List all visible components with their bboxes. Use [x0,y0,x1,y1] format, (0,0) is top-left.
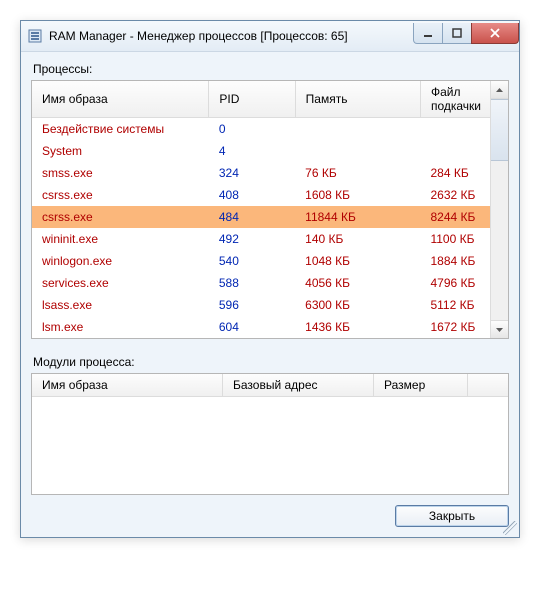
cell-pagefile [420,118,491,141]
cell-name: System [32,140,209,162]
process-table: Имя образа PID Память Файл подкачки Безд… [32,81,491,338]
maximize-button[interactable] [442,23,472,44]
cell-memory: 1608 КБ [295,184,420,206]
cell-memory [295,140,420,162]
app-icon [27,28,43,44]
modules-label: Модули процесса: [33,355,509,369]
column-header-pagefile[interactable]: Файл подкачки [420,81,491,118]
processes-label: Процессы: [33,62,509,76]
column-header-memory[interactable]: Память [295,81,420,118]
column-header-name[interactable]: Имя образа [32,81,209,118]
cell-name: csrss.exe [32,184,209,206]
titlebar[interactable]: RAM Manager - Менеджер процессов [Процес… [21,21,519,52]
modules-table: Имя образа Базовый адрес Размер [32,374,508,489]
cell-pagefile: 284 КБ [420,162,491,184]
cell-memory: 11844 КБ [295,206,420,228]
module-column-size[interactable]: Размер [374,374,468,397]
minimize-icon [423,28,433,38]
window-title: RAM Manager - Менеджер процессов [Процес… [49,29,414,43]
window-buttons [414,23,519,43]
cell-pid: 492 [209,228,295,250]
scroll-down-button[interactable] [491,320,508,338]
cell-pid: 588 [209,272,295,294]
column-header-pid[interactable]: PID [209,81,295,118]
cell-pid: 4 [209,140,295,162]
footer: Закрыть [31,505,509,527]
cell-name: wininit.exe [32,228,209,250]
cell-pid: 604 [209,316,295,338]
table-row[interactable]: lsm.exe6041436 КБ1672 КБ [32,316,491,338]
maximize-icon [452,28,462,38]
cell-pid: 540 [209,250,295,272]
cell-name: csrss.exe [32,206,209,228]
cell-name: smss.exe [32,162,209,184]
table-row[interactable]: csrss.exe48411844 КБ8244 КБ [32,206,491,228]
close-dialog-button[interactable]: Закрыть [395,505,509,527]
cell-memory: 76 КБ [295,162,420,184]
cell-memory: 140 КБ [295,228,420,250]
window: RAM Manager - Менеджер процессов [Процес… [20,20,520,538]
table-row[interactable]: Бездействие системы0 [32,118,491,141]
table-row[interactable]: csrss.exe4081608 КБ2632 КБ [32,184,491,206]
table-row[interactable]: winlogon.exe5401048 КБ1884 КБ [32,250,491,272]
chevron-down-icon [496,328,503,332]
scroll-thumb[interactable] [491,99,508,161]
module-column-base[interactable]: Базовый адрес [223,374,374,397]
table-row[interactable]: lsass.exe5966300 КБ5112 КБ [32,294,491,316]
cell-pagefile: 1884 КБ [420,250,491,272]
cell-name: lsass.exe [32,294,209,316]
cell-pagefile: 1672 КБ [420,316,491,338]
cell-pid: 324 [209,162,295,184]
table-row[interactable]: wininit.exe492140 КБ1100 КБ [32,228,491,250]
scroll-track[interactable] [491,161,508,320]
cell-pagefile: 2632 КБ [420,184,491,206]
cell-name: winlogon.exe [32,250,209,272]
cell-pid: 484 [209,206,295,228]
cell-pagefile: 5112 КБ [420,294,491,316]
cell-pagefile: 1100 КБ [420,228,491,250]
client-area: Процессы: Имя образа PID Память Файл под… [21,52,519,537]
cell-pagefile [420,140,491,162]
table-row[interactable]: services.exe5884056 КБ4796 КБ [32,272,491,294]
module-column-spacer [468,374,509,397]
cell-memory: 1436 КБ [295,316,420,338]
close-button[interactable] [471,23,519,44]
table-row[interactable]: System4 [32,140,491,162]
module-column-name[interactable]: Имя образа [32,374,223,397]
scroll-up-button[interactable] [491,81,508,99]
modules-empty [32,397,508,490]
minimize-button[interactable] [413,23,443,44]
resize-grip[interactable] [503,521,517,535]
cell-name: lsm.exe [32,316,209,338]
cell-pid: 408 [209,184,295,206]
process-list-panel: Имя образа PID Память Файл подкачки Безд… [31,80,509,339]
close-icon [489,28,501,38]
chevron-up-icon [496,88,503,92]
cell-name: Бездействие системы [32,118,209,141]
cell-memory [295,118,420,141]
cell-memory: 1048 КБ [295,250,420,272]
cell-memory: 6300 КБ [295,294,420,316]
cell-pid: 0 [209,118,295,141]
table-row[interactable]: smss.exe32476 КБ284 КБ [32,162,491,184]
modules-list-panel: Имя образа Базовый адрес Размер [31,373,509,495]
process-scrollbar[interactable] [490,81,508,338]
cell-pagefile: 8244 КБ [420,206,491,228]
cell-pid: 596 [209,294,295,316]
cell-pagefile: 4796 КБ [420,272,491,294]
cell-name: services.exe [32,272,209,294]
cell-memory: 4056 КБ [295,272,420,294]
